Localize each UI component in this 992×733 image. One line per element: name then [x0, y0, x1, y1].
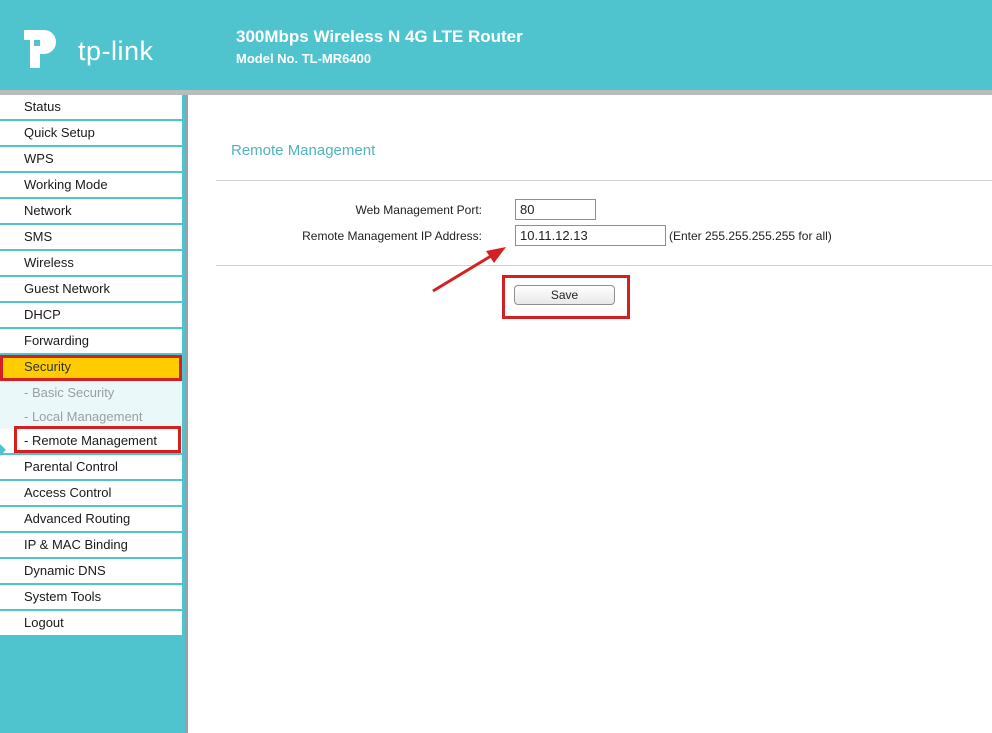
- brand-name: tp-link: [78, 36, 154, 66]
- sidebar-item-network[interactable]: Network: [0, 199, 182, 225]
- sidebar-item-dhcp[interactable]: DHCP: [0, 303, 182, 329]
- sidebar-item-system-tools[interactable]: System Tools: [0, 585, 182, 611]
- sidebar-item-dynamic-dns[interactable]: Dynamic DNS: [0, 559, 182, 585]
- sidebar-item-sms[interactable]: SMS: [0, 225, 182, 251]
- sidebar-item-parental-control[interactable]: Parental Control: [0, 455, 182, 481]
- web-management-port-label: Web Management Port:: [355, 203, 482, 217]
- sidebar-item-access-control[interactable]: Access Control: [0, 481, 182, 507]
- sidebar-item-ip-mac-binding[interactable]: IP & MAC Binding: [0, 533, 182, 559]
- sidebar-menu: Status Quick Setup WPS Working Mode Netw…: [0, 95, 182, 637]
- sidebar-subitem-local-management[interactable]: - Local Management: [0, 405, 182, 429]
- remote-ip-label: Remote Management IP Address:: [302, 229, 482, 243]
- sidebar-item-logout[interactable]: Logout: [0, 611, 182, 637]
- sidebar: Status Quick Setup WPS Working Mode Netw…: [0, 95, 185, 733]
- web-management-port-input[interactable]: [515, 199, 596, 220]
- tp-link-logo-icon: [24, 30, 56, 68]
- sidebar-item-quick-setup[interactable]: Quick Setup: [0, 121, 182, 147]
- bottom-divider: [216, 265, 992, 266]
- main-content: Remote Management Web Management Port: R…: [188, 95, 992, 733]
- sidebar-item-forwarding[interactable]: Forwarding: [0, 329, 182, 355]
- header: tp-link 300Mbps Wireless N 4G LTE Router…: [0, 0, 992, 90]
- page-title: Remote Management: [231, 142, 376, 159]
- sidebar-item-wireless[interactable]: Wireless: [0, 251, 182, 277]
- remote-ip-input[interactable]: [515, 225, 666, 246]
- sidebar-item-guest-network[interactable]: Guest Network: [0, 277, 182, 303]
- sidebar-subitem-remote-management[interactable]: - Remote Management: [0, 429, 182, 455]
- sidebar-item-advanced-routing[interactable]: Advanced Routing: [0, 507, 182, 533]
- router-model: Model No. TL-MR6400: [236, 51, 372, 66]
- sidebar-item-wps[interactable]: WPS: [0, 147, 182, 173]
- selection-pointer-icon: [0, 444, 6, 456]
- sidebar-item-status[interactable]: Status: [0, 95, 182, 121]
- sidebar-item-working-mode[interactable]: Working Mode: [0, 173, 182, 199]
- top-divider: [216, 180, 992, 181]
- router-title: 300Mbps Wireless N 4G LTE Router: [236, 27, 523, 46]
- sidebar-item-security[interactable]: Security: [0, 355, 182, 381]
- save-button[interactable]: Save: [514, 285, 615, 305]
- sidebar-subitem-basic-security[interactable]: - Basic Security: [0, 381, 182, 405]
- ip-hint: (Enter 255.255.255.255 for all): [669, 229, 832, 243]
- tp-link-logo: tp-link: [22, 22, 162, 78]
